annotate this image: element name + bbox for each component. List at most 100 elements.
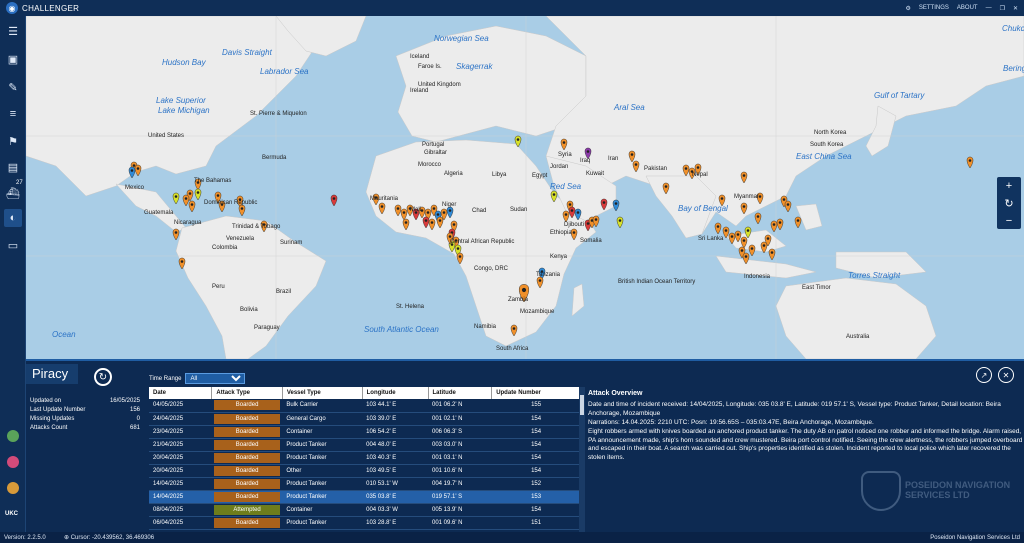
book-icon[interactable]: ▤ [4, 158, 22, 176]
incident-marker[interactable] [748, 244, 756, 257]
table-cell: Product Tanker [282, 516, 363, 530]
incident-marker[interactable] [966, 156, 974, 169]
map-label: Lake Superior [156, 96, 206, 105]
table-row[interactable]: 24/04/2025 Boarded General Cargo 103 39.0' … [149, 412, 581, 426]
map-label: Chukchi Sea [1002, 24, 1024, 33]
maximize-icon[interactable]: ❐ [1000, 5, 1005, 12]
incident-marker[interactable] [330, 194, 338, 207]
table-cell: 21/04/2025 [149, 438, 212, 452]
table-scrollbar[interactable] [579, 387, 585, 534]
map-label: South Atlantic Ocean [364, 325, 439, 334]
ship-icon[interactable]: ⛴ 27 [4, 180, 23, 202]
table-cell: 106 54.2' E [362, 425, 428, 439]
about-button[interactable]: ABOUT [957, 5, 978, 11]
column-header[interactable]: Latitude [428, 387, 493, 399]
attack-type-cell: Boarded [211, 490, 283, 504]
table-row[interactable]: 14/04/2025 Boarded Product Tanker 035 03.8'… [149, 490, 581, 504]
time-range-label: Time Range [149, 375, 182, 382]
incident-marker[interactable] [776, 218, 784, 231]
table-row[interactable]: 21/04/2025 Boarded Product Tanker 004 48.0'… [149, 438, 581, 452]
briefcase-icon[interactable]: ▣ [4, 50, 22, 68]
map-label: Sri Lanka [698, 236, 724, 242]
map-label: Mali [410, 207, 422, 213]
zoom-in-icon[interactable]: + [1006, 180, 1012, 192]
gear-icon[interactable]: ⚙ [906, 5, 911, 12]
refresh-icon[interactable]: ↻ [94, 368, 112, 386]
incident-marker[interactable] [768, 248, 776, 261]
incident-marker[interactable] [714, 222, 722, 235]
table-cell: Product Tanker [282, 451, 363, 465]
incident-marker[interactable] [172, 192, 180, 205]
status-bar: Version: 2.2.5.0 ⊕ Cursor: -20.439562, 3… [0, 532, 1024, 543]
globe-icon[interactable] [7, 430, 19, 442]
map-label: Syria [558, 152, 572, 158]
close-window-icon[interactable]: ✕ [1013, 5, 1018, 12]
map-label: Red Sea [550, 182, 582, 191]
table-row[interactable]: 08/04/2025 Attempted Container 004 03.3' W0… [149, 503, 581, 517]
close-panel-icon[interactable]: ✕ [998, 367, 1014, 383]
time-range: Time Range All [149, 373, 246, 384]
column-header[interactable]: Attack Type [211, 387, 283, 399]
reset-view-icon[interactable]: ↻ [1004, 197, 1013, 210]
table-row[interactable]: 23/04/2025 Boarded Container 106 54.2' E 006… [149, 425, 581, 439]
column-header[interactable]: Vessel Type [282, 387, 363, 399]
settings-button[interactable]: SETTINGS [919, 5, 949, 11]
ukc-label[interactable]: UKC [5, 511, 18, 517]
attack-type-badge: Boarded [213, 491, 281, 502]
incident-marker[interactable] [188, 200, 196, 213]
map-label: The Bahamas [194, 178, 232, 184]
incident-marker[interactable] [612, 199, 620, 212]
attack-type-cell: Boarded [211, 412, 283, 426]
incident-marker[interactable] [616, 216, 624, 229]
incident-marker[interactable] [794, 216, 802, 229]
map-label: Egypt [532, 173, 548, 179]
pen-icon[interactable]: ✎ [4, 78, 22, 96]
table-row[interactable]: 06/04/2025 Boarded Product Tanker 103 28.8'… [149, 516, 581, 530]
incident-marker[interactable] [182, 194, 190, 207]
map-label: Paraguay [254, 325, 280, 331]
chat-icon[interactable]: ▭ [4, 236, 22, 254]
incident-marker[interactable] [238, 204, 246, 217]
column-header[interactable]: Update Number [491, 387, 581, 399]
map-label: Australia [846, 334, 870, 340]
app-title: CHALLENGER [22, 3, 80, 13]
column-header[interactable]: Longitude [362, 387, 429, 399]
hamburger-menu-icon[interactable]: ☰ [4, 22, 22, 40]
open-external-icon[interactable]: ↗ [976, 367, 992, 383]
zoom-out-icon[interactable]: − [1006, 215, 1012, 227]
incident-marker[interactable] [754, 212, 762, 225]
flag-badge-icon[interactable] [7, 456, 19, 468]
column-header[interactable]: Date [149, 387, 213, 399]
watermark: POSEIDON NAVIGATION SERVICES LTD [861, 471, 1010, 511]
map-label: Jordan [550, 164, 569, 170]
world-map[interactable]: Norwegian Sea Davis Straight Hudson Bay Lab… [26, 16, 1024, 359]
table-row[interactable]: 14/04/2025 Boarded Product Tanker 010 53.1'… [149, 477, 581, 491]
table-cell: 155 [491, 399, 581, 413]
table-row[interactable]: 04/05/2025 Boarded Bulk Carrier 103 44.1' E… [149, 399, 581, 413]
piracy-icon[interactable]: ◐ [4, 209, 22, 227]
minimize-icon[interactable]: — [986, 5, 992, 11]
attack-type-cell: Boarded [211, 451, 283, 465]
table-row[interactable]: 20/04/2025 Boarded Product Tanker 103 40.3'… [149, 451, 581, 465]
map-label: Iran [608, 156, 619, 162]
compass-icon[interactable] [7, 482, 19, 494]
map-label: Nicaragua [174, 220, 202, 226]
map-label: Mauritania [370, 196, 399, 202]
incident-marker[interactable] [134, 164, 142, 177]
map-label: Algeria [444, 171, 463, 177]
incident-marker[interactable] [172, 228, 180, 241]
attack-type-badge: Boarded [213, 478, 281, 489]
incident-marker[interactable] [592, 215, 600, 228]
flag-icon[interactable]: ⚑ [4, 132, 22, 150]
table-row[interactable]: 20/04/2025 Boarded Other 103 49.5' E 001 10.… [149, 464, 581, 478]
attack-type-badge: Boarded [213, 452, 281, 463]
map-label: Surinam [280, 240, 303, 246]
overview-title: Attack Overview [588, 390, 643, 397]
list-icon[interactable]: ≡ [4, 105, 22, 123]
incident-marker[interactable] [784, 200, 792, 213]
incident-marker[interactable] [194, 188, 202, 201]
time-range-select[interactable]: All [185, 373, 246, 384]
table-cell: 154 [491, 451, 581, 465]
stat-missing-updates: Missing Updates 0 [30, 416, 140, 422]
scroll-thumb[interactable] [580, 395, 584, 415]
